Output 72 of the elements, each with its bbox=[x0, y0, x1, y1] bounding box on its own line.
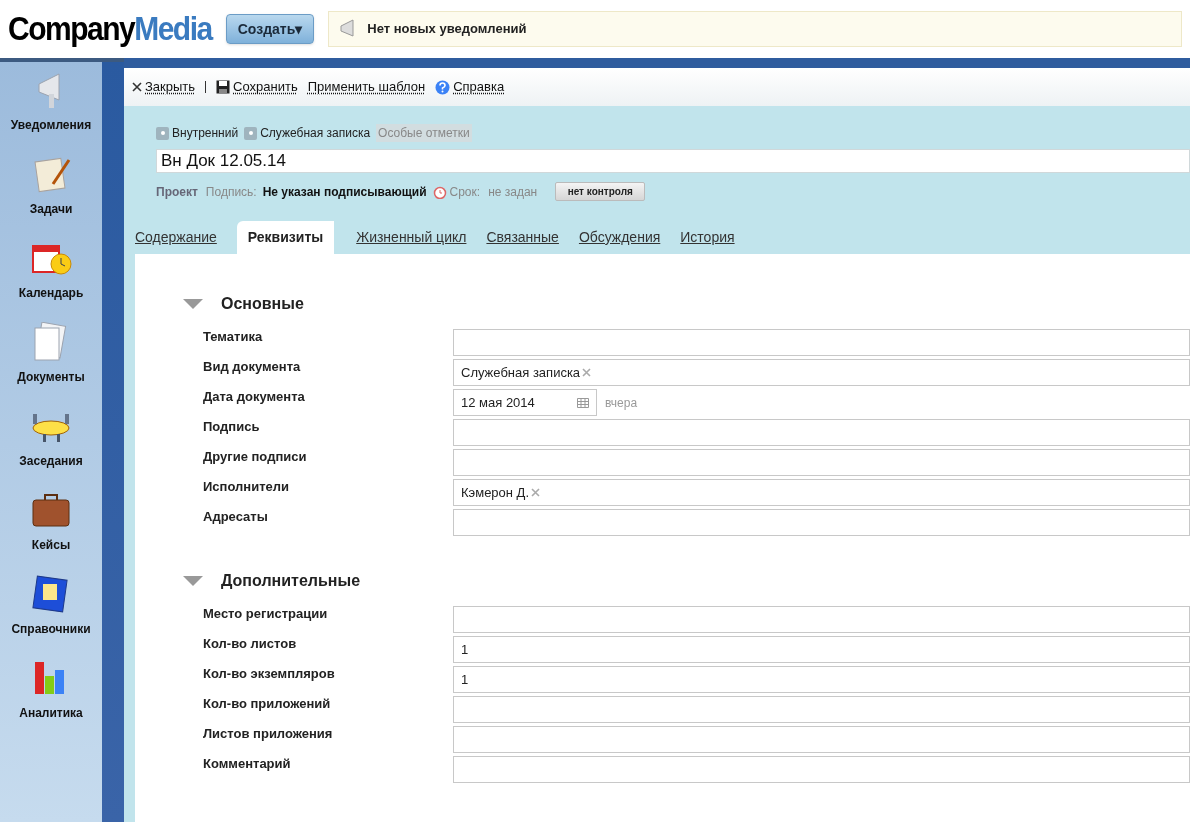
field-label: Исполнители bbox=[202, 478, 290, 496]
sidebar-item[interactable]: Справочники bbox=[0, 572, 102, 656]
field-label: Вид документа bbox=[202, 358, 302, 376]
marker-icon bbox=[156, 126, 169, 140]
sidebar-item[interactable]: Документы bbox=[0, 320, 102, 404]
sign-label: Подпись: bbox=[205, 183, 257, 201]
tab[interactable]: Жизненный цикл bbox=[356, 221, 467, 254]
sidebar-item[interactable]: Уведомления bbox=[0, 68, 102, 152]
toolbar-link[interactable]: Сохранить bbox=[216, 77, 298, 97]
flag-label: Внутренний bbox=[172, 125, 239, 142]
tag-label: Кэмерон Д. bbox=[461, 483, 530, 502]
tab[interactable]: История bbox=[680, 221, 735, 254]
field-label: Адресаты bbox=[202, 508, 269, 526]
create-button[interactable]: Создать▾ bbox=[225, 14, 315, 44]
tab[interactable]: Реквизиты bbox=[236, 221, 335, 254]
field-label: Кол-во экземпляров bbox=[202, 665, 336, 683]
date-field[interactable]: 12 мая 2014 bbox=[453, 389, 597, 416]
flag-label: Служебная записка bbox=[260, 125, 371, 142]
field-label: Подпись bbox=[202, 418, 261, 436]
sidebar-item[interactable]: Календарь bbox=[0, 236, 102, 320]
tab[interactable]: Обсуждения bbox=[578, 221, 661, 254]
field-label: Кол-во листов bbox=[202, 635, 298, 653]
sidebar-item[interactable]: Задачи bbox=[0, 152, 102, 236]
field-label: Комментарий bbox=[202, 755, 292, 773]
field-label: Листов приложения bbox=[202, 725, 334, 743]
due-label: Срок: bbox=[449, 183, 481, 201]
toolbar-link[interactable]: Справка bbox=[435, 77, 505, 97]
field-label: Другие подписи bbox=[202, 448, 308, 466]
tab[interactable]: Содержание bbox=[135, 221, 217, 254]
input-field[interactable] bbox=[453, 756, 1190, 783]
control-button[interactable]: нет контроля bbox=[555, 182, 646, 201]
collapse-triangle-icon[interactable] bbox=[183, 299, 203, 309]
tag-input-field[interactable]: Служебная записка bbox=[453, 359, 1190, 386]
toolbar-link[interactable]: Применить шаблон bbox=[307, 77, 426, 97]
input-field[interactable] bbox=[453, 329, 1190, 356]
alarm-clock-icon bbox=[432, 184, 447, 199]
input-field[interactable] bbox=[453, 509, 1190, 536]
field-label: Тематика bbox=[202, 328, 264, 346]
section-title: Дополнительные bbox=[221, 571, 361, 591]
input-field[interactable] bbox=[453, 449, 1190, 476]
field-label: Дата документа bbox=[202, 388, 306, 406]
sidebar-item[interactable]: Кейсы bbox=[0, 488, 102, 572]
remove-icon[interactable] bbox=[531, 488, 541, 497]
title-field[interactable]: Вн Док 12.05.14 bbox=[156, 149, 1190, 173]
calendar-grid-icon[interactable] bbox=[577, 397, 589, 408]
collapse-triangle-icon[interactable] bbox=[183, 576, 203, 586]
input-field[interactable] bbox=[453, 726, 1190, 753]
remove-icon[interactable] bbox=[582, 368, 592, 377]
due-value: не задан bbox=[488, 183, 538, 201]
input-field[interactable]: 1 bbox=[453, 666, 1190, 693]
sidebar-item[interactable]: Заседания bbox=[0, 404, 102, 488]
flag-label: Особые отметки bbox=[376, 124, 472, 142]
field-label: Место регистрации bbox=[202, 605, 329, 623]
help-icon bbox=[435, 79, 451, 95]
sidebar-item[interactable]: Аналитика bbox=[0, 656, 102, 740]
toolbar-link[interactable]: Закрыть bbox=[132, 77, 196, 97]
input-field[interactable] bbox=[453, 419, 1190, 446]
tab[interactable]: Связанные bbox=[486, 221, 559, 254]
section-title: Основные bbox=[221, 294, 304, 314]
tag-label: Служебная записка bbox=[461, 363, 581, 382]
marker-icon bbox=[244, 126, 258, 140]
sign-value: Не указан подписывающий bbox=[262, 183, 427, 201]
field-label: Кол-во приложений bbox=[202, 695, 332, 713]
close-icon bbox=[132, 82, 142, 92]
project-label: Проект bbox=[156, 183, 198, 201]
date-hint: вчера bbox=[605, 394, 638, 412]
input-field[interactable] bbox=[453, 696, 1190, 723]
tag-input-field[interactable]: Кэмерон Д. bbox=[453, 479, 1190, 506]
input-field[interactable] bbox=[453, 606, 1190, 633]
notification-bar: Нет новых уведомлений bbox=[328, 11, 1182, 47]
input-field[interactable]: 1 bbox=[453, 636, 1190, 663]
logo: CompanyMedia bbox=[8, 12, 212, 46]
